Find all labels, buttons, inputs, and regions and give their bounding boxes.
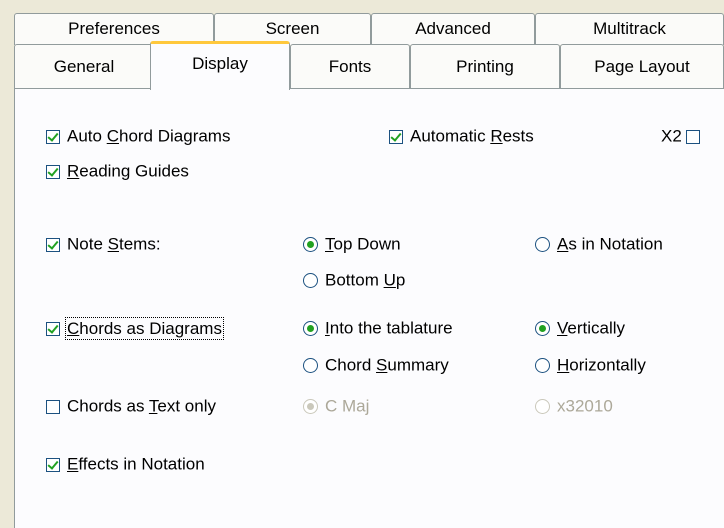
checkbox-icon bbox=[46, 237, 60, 252]
tab-label: Advanced bbox=[415, 19, 491, 38]
checkbox-icon bbox=[46, 321, 60, 336]
x32010-radio: x32010 bbox=[535, 396, 613, 417]
tab-label: Printing bbox=[456, 57, 514, 76]
chord-summary-label: Chord Summary bbox=[325, 355, 449, 375]
effects-in-notation-label: Effects in Notation bbox=[67, 454, 205, 474]
checkbox-icon bbox=[46, 164, 60, 179]
radio-icon bbox=[535, 321, 550, 337]
c-maj-label: C Maj bbox=[325, 396, 370, 416]
tab-printing[interactable]: Printing bbox=[410, 44, 560, 88]
c-maj-radio: C Maj bbox=[303, 396, 369, 417]
tab-label: Screen bbox=[265, 19, 320, 38]
checkbox-icon bbox=[46, 457, 60, 472]
top-down-radio[interactable]: Top Down bbox=[303, 234, 401, 255]
chord-summary-radio[interactable]: Chord Summary bbox=[303, 355, 449, 376]
note-stems-checkbox[interactable]: Note Stems: bbox=[46, 234, 161, 255]
bottom-up-radio[interactable]: Bottom Up bbox=[303, 270, 405, 291]
radio-icon bbox=[303, 399, 318, 415]
as-in-notation-radio[interactable]: As in Notation bbox=[535, 234, 663, 255]
automatic-rests-checkbox[interactable]: Automatic Rests bbox=[389, 126, 534, 147]
checkbox-icon bbox=[46, 399, 60, 414]
tab-label: Display bbox=[192, 54, 248, 73]
tab-advanced[interactable]: Advanced bbox=[371, 13, 535, 45]
reading-guides-label: Reading Guides bbox=[67, 161, 189, 181]
tab-label: Preferences bbox=[68, 19, 160, 38]
into-tablature-label: Into the tablature bbox=[325, 318, 453, 338]
tab-fonts[interactable]: Fonts bbox=[290, 44, 410, 88]
radio-icon bbox=[303, 273, 318, 289]
chords-as-diagrams-checkbox[interactable]: Chords as Diagrams bbox=[46, 316, 224, 340]
x2-label: X2 bbox=[661, 126, 682, 146]
tab-general[interactable]: General bbox=[14, 44, 154, 88]
vertically-radio[interactable]: Vertically bbox=[535, 318, 625, 339]
into-tablature-radio[interactable]: Into the tablature bbox=[303, 318, 453, 339]
chords-as-text-label: Chords as Text only bbox=[67, 396, 216, 416]
as-in-notation-label: As in Notation bbox=[557, 234, 663, 254]
radio-icon bbox=[303, 321, 318, 337]
note-stems-label: Note Stems: bbox=[67, 234, 161, 254]
radio-icon bbox=[303, 358, 318, 374]
checkbox-icon bbox=[46, 129, 60, 144]
radio-icon bbox=[535, 399, 550, 415]
vertically-label: Vertically bbox=[557, 318, 626, 338]
chords-as-diagrams-label: Chords as Diagrams bbox=[65, 316, 224, 340]
auto-chord-diagrams-checkbox[interactable]: Auto Chord Diagrams bbox=[46, 126, 230, 147]
top-down-label: Top Down bbox=[325, 234, 401, 254]
tab-page-layout[interactable]: Page Layout bbox=[560, 44, 724, 88]
radio-icon bbox=[303, 237, 318, 253]
tab-label: Fonts bbox=[328, 57, 372, 76]
effects-in-notation-checkbox[interactable]: Effects in Notation bbox=[46, 454, 205, 475]
horizontally-radio[interactable]: Horizontally bbox=[535, 355, 646, 376]
tab-label: Multitrack bbox=[593, 19, 666, 38]
bottom-up-label: Bottom Up bbox=[325, 270, 406, 290]
x2-checkbox[interactable]: X2 bbox=[661, 126, 700, 147]
horizontally-label: Horizontally bbox=[557, 355, 646, 375]
reading-guides-checkbox[interactable]: Reading Guides bbox=[46, 161, 189, 182]
automatic-rests-label: Automatic Rests bbox=[410, 126, 534, 146]
x32010-label: x32010 bbox=[557, 396, 613, 416]
radio-icon bbox=[535, 237, 550, 253]
tab-label: General bbox=[53, 57, 115, 76]
tab-display[interactable]: Display bbox=[150, 41, 290, 90]
radio-icon bbox=[535, 358, 550, 374]
tab-multitrack[interactable]: Multitrack bbox=[535, 13, 724, 45]
checkbox-icon bbox=[685, 129, 700, 144]
auto-chord-diagrams-label: Auto Chord Diagrams bbox=[67, 126, 231, 146]
checkbox-icon bbox=[389, 129, 403, 144]
chords-as-text-checkbox[interactable]: Chords as Text only bbox=[46, 396, 216, 417]
tab-label: Page Layout bbox=[594, 57, 690, 76]
